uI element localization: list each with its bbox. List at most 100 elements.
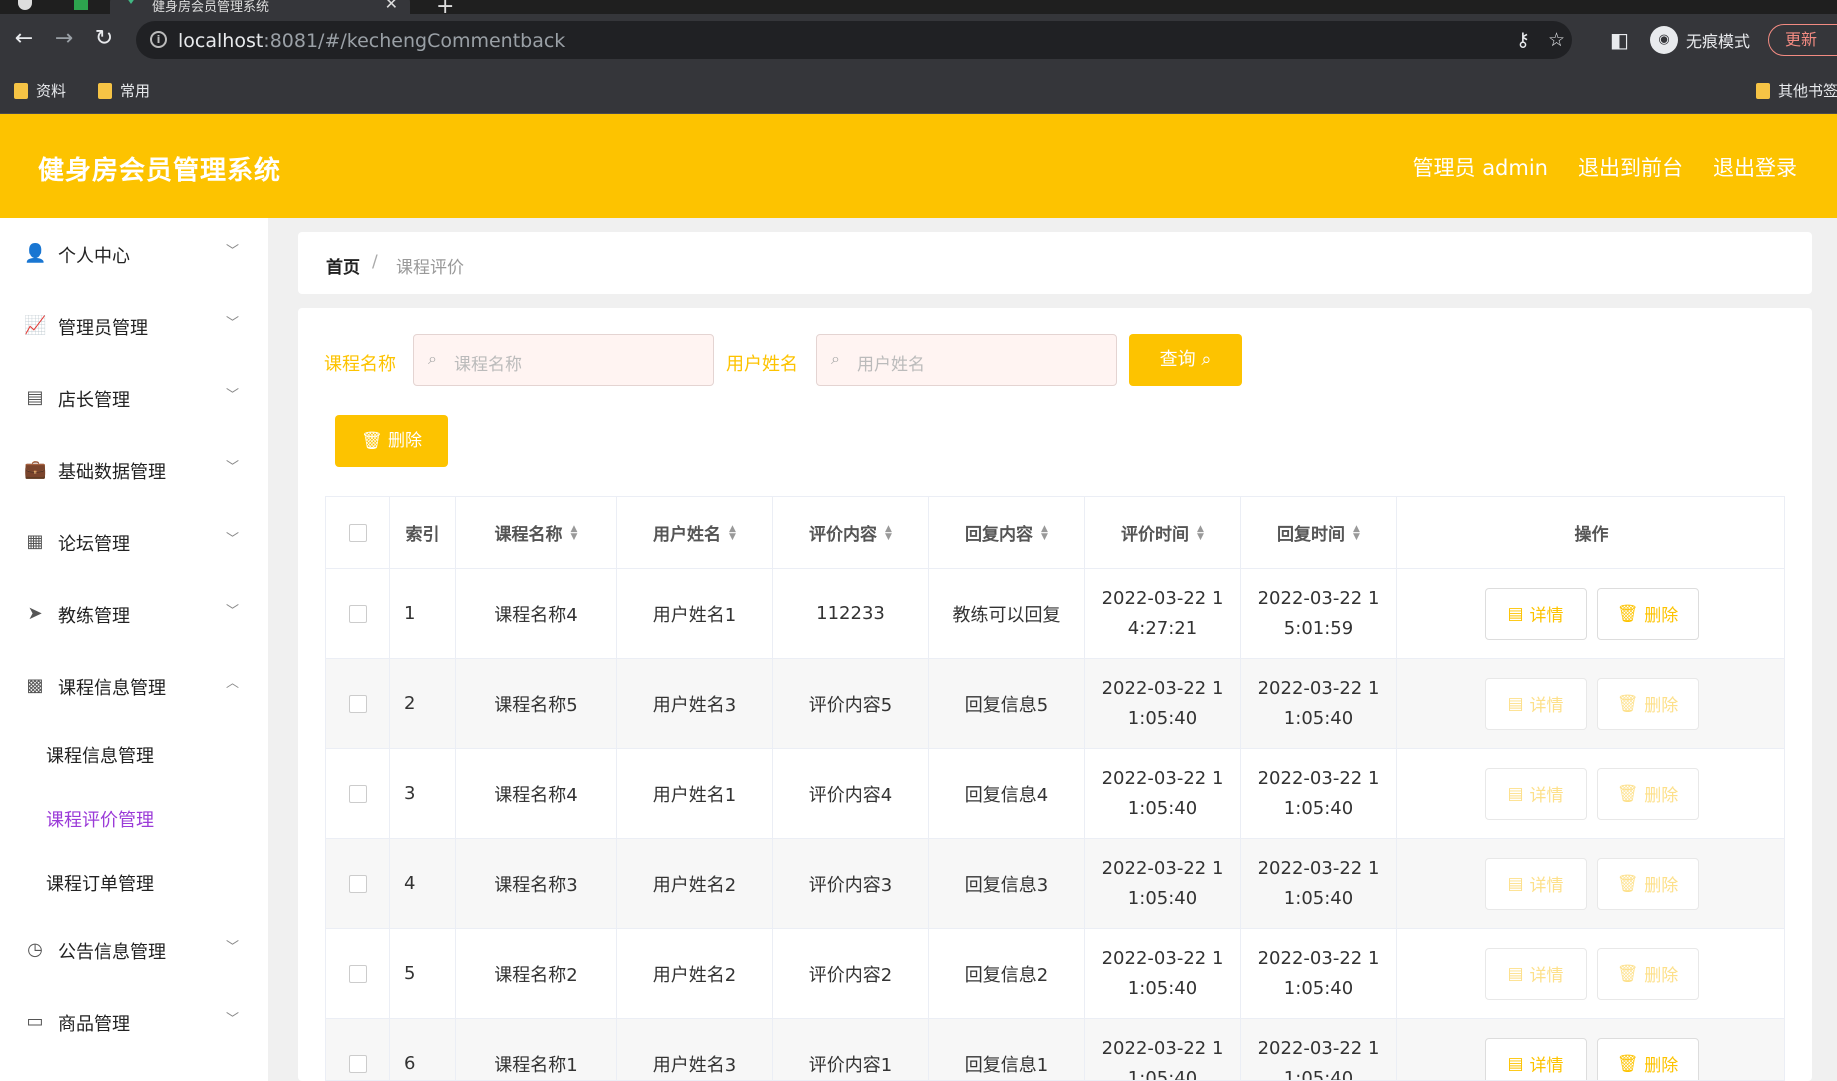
detail-button[interactable]: ▤ 详情: [1484, 1037, 1587, 1080]
table-row: 6 课程名称1 用户姓名3 评价内容1 回复信息1 2022-03-22 1 1:…: [326, 1019, 1784, 1081]
sidebar-item-basedata[interactable]: 💼 基础数据管理 ﹀: [0, 434, 268, 506]
header-reply-time[interactable]: 回复时间 ▲ ▼: [1241, 497, 1397, 568]
sort-icon[interactable]: ▲ ▼: [1197, 524, 1204, 541]
back-icon[interactable]: ←: [12, 28, 36, 52]
row-checkbox-cell: [326, 569, 390, 658]
tab-title: 健身房会员管理系统: [152, 0, 270, 14]
header-comment-time[interactable]: 评价时间 ▲ ▼: [1085, 497, 1241, 568]
address-bar[interactable]: i localhost:8081/#/kechengCommentback ⚷ …: [136, 21, 1572, 59]
document-icon: ▤: [1507, 693, 1524, 714]
delete-button[interactable]: 🗑 删除: [1596, 947, 1699, 1000]
breadcrumb-separator: /: [372, 252, 378, 272]
detail-button[interactable]: ▤ 详情: [1484, 677, 1587, 730]
new-tab-icon[interactable]: +: [436, 0, 454, 14]
url-text[interactable]: localhost:8081/#/kechengCommentback: [178, 30, 565, 52]
detail-button[interactable]: ▤ 详情: [1484, 767, 1587, 820]
exit-to-front-link[interactable]: 退出到前台: [1578, 152, 1683, 182]
bookmark-folder[interactable]: 资料: [14, 80, 66, 101]
sort-icon[interactable]: ▲ ▼: [1353, 524, 1360, 541]
cell-ops: ▤ 详情 🗑 删除: [1397, 749, 1784, 838]
sort-icon[interactable]: ▲ ▼: [729, 524, 736, 541]
sidebar-item-admins[interactable]: 📈 管理员管理 ﹀: [0, 290, 268, 362]
delete-button[interactable]: 🗑 删除: [1596, 857, 1699, 910]
course-name-input[interactable]: ⌕ 课程名称: [413, 334, 714, 386]
table-row: 5 课程名称2 用户姓名2 评价内容2 回复信息2 2022-03-22 1 1:…: [326, 929, 1784, 1019]
row-checkbox[interactable]: [348, 1054, 367, 1073]
breadcrumb-home[interactable]: 首页: [326, 253, 360, 278]
reload-icon[interactable]: ↻: [92, 28, 116, 52]
row-checkbox[interactable]: [348, 784, 367, 803]
update-button[interactable]: 更新: [1768, 24, 1837, 56]
submenu-label: 课程订单管理: [46, 874, 154, 895]
header-course[interactable]: 课程名称 ▲ ▼: [456, 497, 617, 568]
sidepanel-icon[interactable]: ◧: [1610, 28, 1629, 52]
delete-button[interactable]: 🗑 删除: [1596, 587, 1699, 640]
cell-user: 用户姓名2: [617, 929, 773, 1018]
cell-ops: ▤ 详情 🗑 删除: [1397, 929, 1784, 1018]
row-checkbox[interactable]: [348, 694, 367, 713]
submenu-item-course-orders[interactable]: 课程订单管理: [0, 850, 268, 914]
sidebar-item-personal[interactable]: 👤 个人中心 ﹀: [0, 218, 268, 290]
sheets-icon[interactable]: [74, 0, 88, 10]
clipboard-icon: ▤: [26, 387, 44, 408]
breadcrumb-current: 课程评价: [396, 258, 464, 278]
sidebar-item-label: 管理员管理: [58, 318, 148, 339]
sidebar-item-coaches[interactable]: ➤ 教练管理 ﹀: [0, 578, 268, 650]
info-icon[interactable]: i: [150, 31, 167, 48]
logout-link[interactable]: 退出登录: [1713, 152, 1797, 182]
header-content[interactable]: 评价内容 ▲ ▼: [773, 497, 929, 568]
chevron-down-icon: ﹀: [226, 604, 240, 619]
detail-button[interactable]: ▤ 详情: [1484, 857, 1587, 910]
row-checkbox[interactable]: [348, 604, 367, 623]
sidebar-item-products[interactable]: ▭ 商品管理 ﹀: [0, 986, 268, 1058]
query-label: 查询: [1159, 349, 1196, 370]
sidebar-item-notices[interactable]: ◷ 公告信息管理 ﹀: [0, 914, 268, 986]
sidebar-item-courses[interactable]: ▩ 课程信息管理 ︿: [0, 650, 268, 722]
sort-icon[interactable]: ▲ ▼: [571, 524, 578, 541]
clock-icon: ◷: [27, 939, 43, 960]
header-user[interactable]: 用户姓名 ▲ ▼: [617, 497, 773, 568]
time-line: 1:05:40: [1283, 797, 1354, 819]
close-icon[interactable]: ✕: [385, 0, 398, 13]
cell-index: 3: [390, 749, 456, 838]
header-actions: 管理员 admin 退出到前台 退出登录: [1413, 152, 1797, 182]
user-name-input[interactable]: ⌕ 用户姓名: [816, 334, 1117, 386]
delete-button[interactable]: 🗑 删除: [1596, 767, 1699, 820]
bookmark-folder[interactable]: 常用: [98, 80, 150, 101]
sidebar-item-forum[interactable]: ▦ 论坛管理 ﹀: [0, 506, 268, 578]
time-line: 1:05:40: [1127, 1067, 1198, 1081]
chevron-down-icon: ﹀: [226, 460, 240, 475]
browser-tab[interactable]: 健身房会员管理系统 ✕: [110, 0, 410, 14]
header-index: 索引: [390, 497, 456, 568]
delete-button[interactable]: 🗑 删除: [1596, 677, 1699, 730]
time-line: 2022-03-22 1: [1257, 587, 1380, 609]
submenu-item-course-info[interactable]: 课程信息管理: [0, 722, 268, 786]
header-reply[interactable]: 回复内容 ▲ ▼: [929, 497, 1085, 568]
batch-delete-button[interactable]: 🗑 删除: [335, 415, 448, 467]
row-checkbox[interactable]: [348, 874, 367, 893]
chevron-down-icon: ﹀: [226, 244, 240, 259]
sidebar-item-managers[interactable]: ▤ 店长管理 ﹀: [0, 362, 268, 434]
forward-icon[interactable]: →: [52, 28, 76, 52]
cell-course: 课程名称4: [456, 749, 617, 838]
message-icon: ▭: [26, 1011, 44, 1032]
detail-button[interactable]: ▤ 详情: [1484, 947, 1587, 1000]
key-icon[interactable]: ⚷: [1516, 29, 1530, 51]
delete-button[interactable]: 🗑 删除: [1596, 1037, 1699, 1080]
other-bookmarks[interactable]: 其他书签: [1756, 80, 1837, 101]
sort-icon[interactable]: ▲ ▼: [885, 524, 892, 541]
star-icon[interactable]: ☆: [1548, 29, 1565, 51]
folder-icon: [98, 82, 112, 99]
query-button[interactable]: 查询 ⌕: [1129, 334, 1242, 386]
select-all-checkbox[interactable]: [348, 523, 367, 542]
delete-label: 删除: [1644, 966, 1679, 986]
row-checkbox[interactable]: [348, 964, 367, 983]
submenu-item-course-comments[interactable]: 课程评价管理: [0, 786, 268, 850]
delete-label: 删除: [1644, 1056, 1679, 1076]
detail-button[interactable]: ▤ 详情: [1484, 587, 1587, 640]
document-icon: ▤: [1507, 963, 1524, 984]
incognito-indicator[interactable]: ◉ 无痕模式: [1650, 26, 1750, 54]
cell-course: 课程名称4: [456, 569, 617, 658]
chrome-icon[interactable]: [18, 0, 32, 10]
sort-icon[interactable]: ▲ ▼: [1041, 524, 1048, 541]
